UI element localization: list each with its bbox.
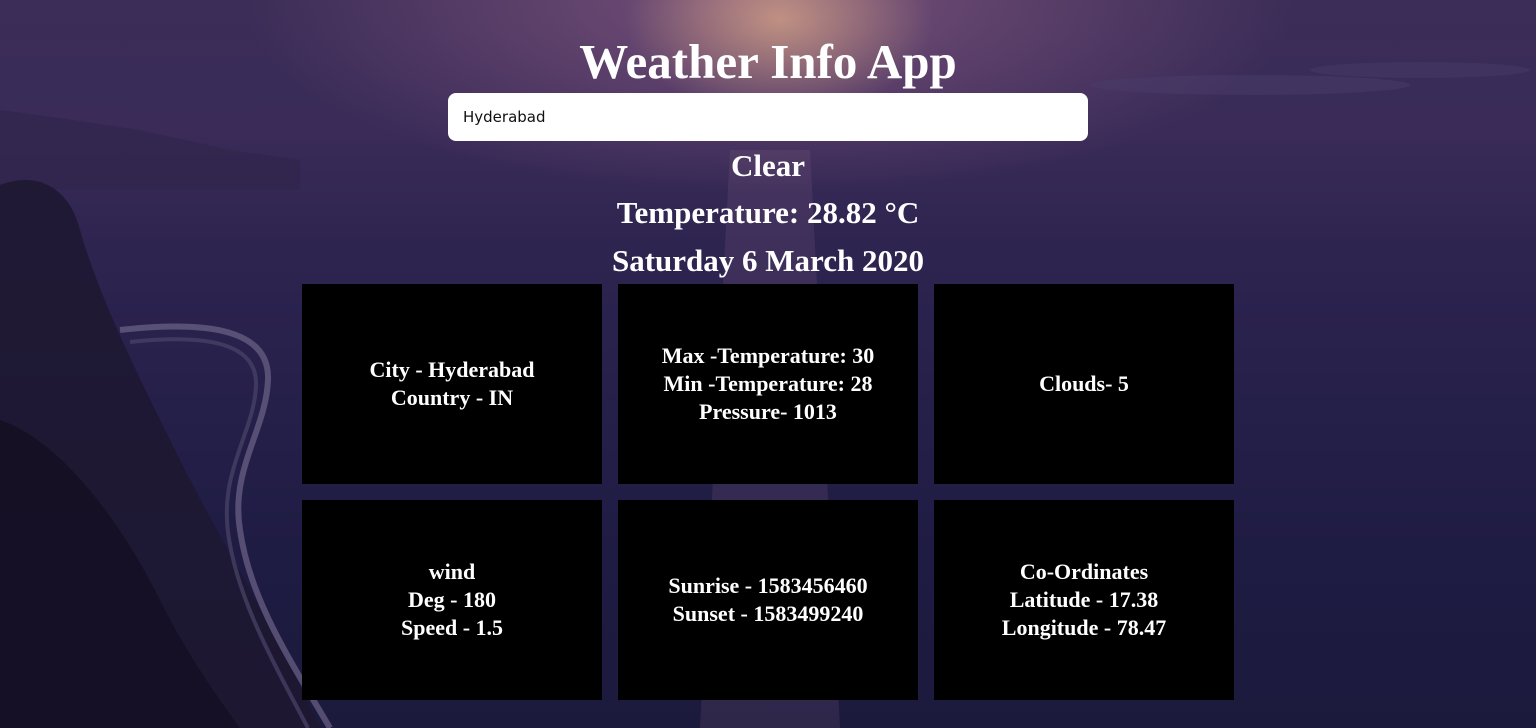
longitude-text: Longitude - 78.47 <box>1001 615 1167 640</box>
max-temperature-text: Max -Temperature: 30 <box>661 343 875 368</box>
temperature-card: Max -Temperature: 30 Min -Temperature: 2… <box>618 284 918 484</box>
wind-card: wind Deg - 180 Speed - 1.5 <box>302 500 602 700</box>
current-temperature: Temperature: 28.82 °C <box>616 195 920 230</box>
wind-speed-text: Speed - 1.5 <box>400 615 504 640</box>
country-text: Country - IN <box>390 385 514 410</box>
weather-condition: Clear <box>730 148 806 183</box>
sun-card: Sunrise - 1583456460 Sunset - 1583499240 <box>618 500 918 700</box>
coordinates-card: Co-Ordinates Latitude - 17.38 Longitude … <box>934 500 1234 700</box>
weather-app-page: Weather Info App Clear Temperature: 28.8… <box>0 0 1536 728</box>
wind-heading: wind <box>428 559 476 584</box>
min-temperature-text: Min -Temperature: 28 <box>663 371 873 396</box>
location-card: City - Hyderabad Country - IN <box>302 284 602 484</box>
wind-degree-text: Deg - 180 <box>408 587 496 612</box>
coordinates-heading: Co-Ordinates <box>1019 559 1149 584</box>
clouds-card: Clouds- 5 <box>934 284 1234 484</box>
clouds-text: Clouds- 5 <box>1039 371 1129 396</box>
city-text: City - Hyderabad <box>369 357 535 382</box>
current-date: Saturday 6 March 2020 <box>611 243 924 278</box>
pressure-text: Pressure- 1013 <box>699 399 837 424</box>
latitude-text: Latitude - 17.38 <box>1009 587 1159 612</box>
app-title: Weather Info App <box>579 34 957 89</box>
city-search-input[interactable] <box>448 93 1088 141</box>
sunset-text: Sunset - 1583499240 <box>672 601 864 626</box>
sunrise-text: Sunrise - 1583456460 <box>668 573 868 598</box>
